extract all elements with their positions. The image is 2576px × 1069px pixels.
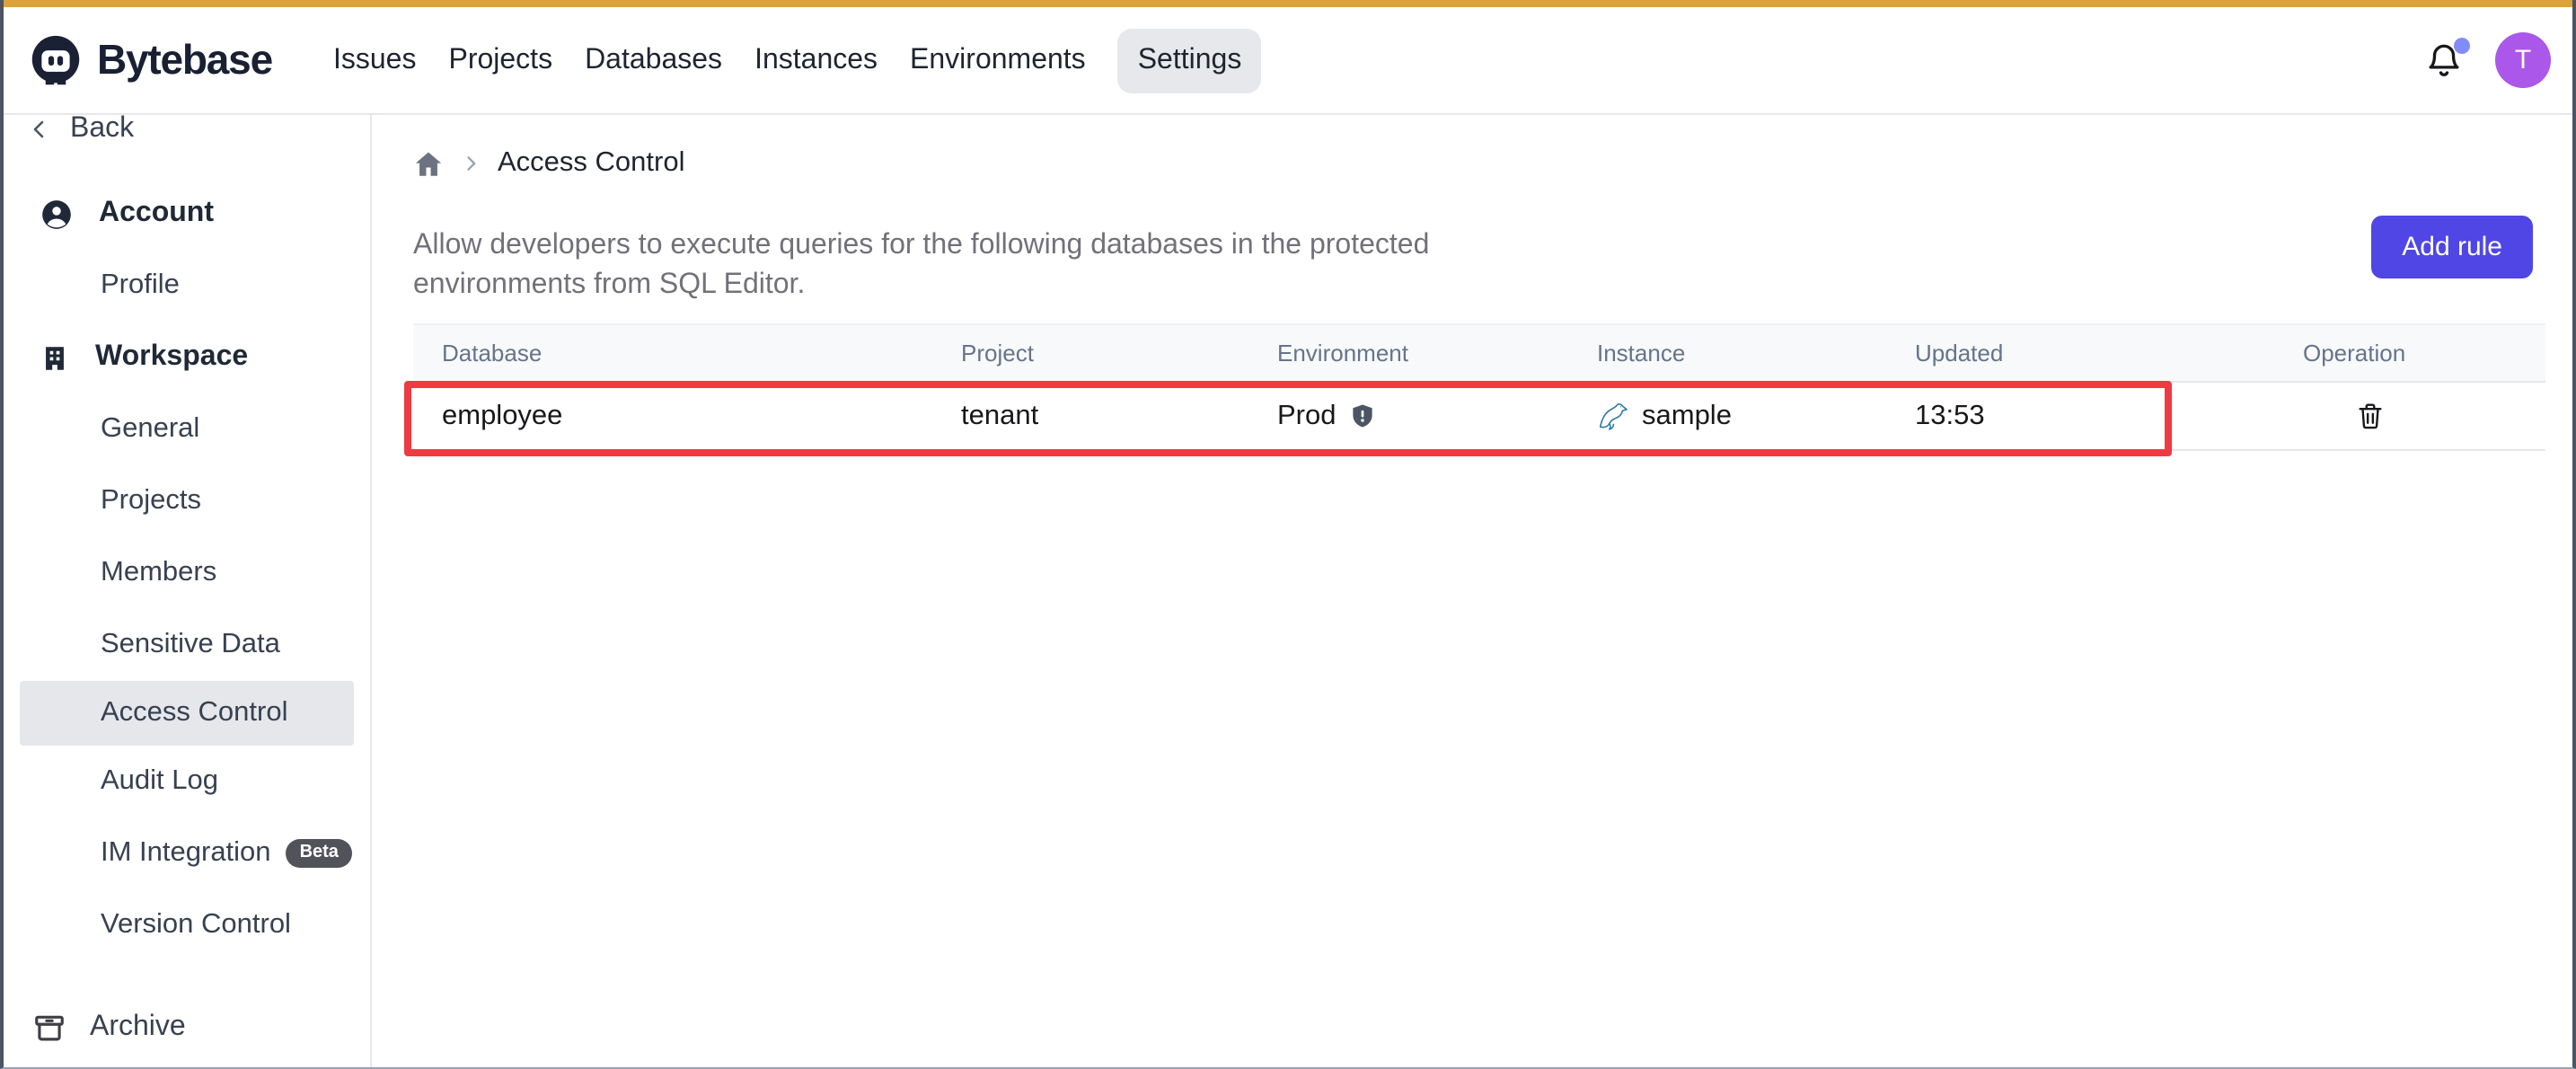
sidebar-item-sensitive-data[interactable]: Sensitive Data xyxy=(4,609,370,681)
main-content: Access Control Allow developers to execu… xyxy=(372,115,2572,1067)
nav-projects[interactable]: Projects xyxy=(448,28,552,93)
back-label: Back xyxy=(70,115,134,146)
archive-box-icon xyxy=(32,1011,66,1045)
item-label: Projects xyxy=(101,485,201,517)
table-row[interactable]: employee tenant Prod xyxy=(413,382,2545,450)
item-label: Profile xyxy=(101,269,180,302)
cell-operation xyxy=(2274,382,2545,450)
nav-instances[interactable]: Instances xyxy=(754,28,878,93)
brand-name: Bytebase xyxy=(97,36,272,84)
item-label: Audit Log xyxy=(101,765,218,798)
bytebase-mascot-icon xyxy=(29,33,83,87)
group-label: Account xyxy=(99,198,214,230)
home-icon[interactable] xyxy=(413,148,444,179)
sidebar-item-projects[interactable]: Projects xyxy=(4,465,370,537)
breadcrumb-current: Access Control xyxy=(498,147,684,180)
settings-sidebar: Back Account Profile xyxy=(4,115,372,1067)
environment-label: Prod xyxy=(1277,400,1337,432)
sidebar-item-members[interactable]: Members xyxy=(4,537,370,609)
cell-instance: sample xyxy=(1568,382,1886,450)
delete-rule-button[interactable] xyxy=(2355,401,2386,431)
sidebar-item-version-control[interactable]: Version Control xyxy=(4,889,370,961)
sidebar-item-archive[interactable]: Archive xyxy=(4,995,370,1060)
app-header: Bytebase Issues Projects Databases Insta… xyxy=(4,7,2572,115)
notification-dot xyxy=(2454,37,2470,53)
instance-label: sample xyxy=(1642,400,1732,432)
bytebase-window: Bytebase Issues Projects Databases Insta… xyxy=(0,0,2576,1069)
sidebar-item-access-control[interactable]: Access Control xyxy=(20,681,354,746)
sidebar-item-general[interactable]: General xyxy=(4,393,370,465)
group-label: Workspace xyxy=(95,341,248,374)
sidebar-item-im-integration[interactable]: IM Integration Beta xyxy=(4,817,370,889)
avatar[interactable]: T xyxy=(2495,32,2551,88)
add-rule-button[interactable]: Add rule xyxy=(2371,216,2533,278)
mysql-dolphin-icon xyxy=(1597,400,1629,432)
col-operation: Operation xyxy=(2274,324,2545,382)
main-nav: Issues Projects Databases Instances Envi… xyxy=(333,28,1261,93)
sidebar-item-audit-log[interactable]: Audit Log xyxy=(4,746,370,817)
nav-environments[interactable]: Environments xyxy=(910,28,1086,93)
col-instance: Instance xyxy=(1568,324,1886,382)
item-label: General xyxy=(101,413,199,446)
col-updated: Updated xyxy=(1886,324,2274,382)
sidebar-group-workspace: Workspace xyxy=(4,322,370,393)
col-environment: Environment xyxy=(1248,324,1568,382)
cell-updated: 13:53 xyxy=(1886,382,2274,450)
user-circle-icon xyxy=(40,197,74,231)
table-header-row: Database Project Environment Instance Up… xyxy=(413,324,2545,382)
sidebar-back-button[interactable]: Back xyxy=(4,115,370,153)
col-project: Project xyxy=(932,324,1248,382)
cell-environment: Prod xyxy=(1248,382,1568,450)
item-label: Access Control xyxy=(101,697,287,729)
header-right: T xyxy=(2425,32,2551,88)
item-label: Sensitive Data xyxy=(101,629,280,661)
nav-issues[interactable]: Issues xyxy=(333,28,417,93)
archive-label: Archive xyxy=(90,1012,186,1044)
item-label: Version Control xyxy=(101,909,291,941)
chevron-right-icon xyxy=(462,155,480,172)
nav-settings[interactable]: Settings xyxy=(1118,28,1262,93)
notification-bell-icon[interactable] xyxy=(2425,39,2465,82)
col-database: Database xyxy=(413,324,932,382)
item-label: Members xyxy=(101,557,216,589)
access-rules-table: Database Project Environment Instance Up… xyxy=(413,323,2545,451)
beta-badge: Beta xyxy=(286,839,353,868)
page-description: Allow developers to execute queries for … xyxy=(413,226,1466,305)
sidebar-item-profile[interactable]: Profile xyxy=(4,250,370,322)
sidebar-group-account: Account xyxy=(4,178,370,250)
cell-project: tenant xyxy=(932,382,1248,450)
window-top-accent-bar xyxy=(4,0,2572,7)
chevron-left-icon xyxy=(29,119,50,140)
cell-database: employee xyxy=(413,382,932,450)
breadcrumb: Access Control xyxy=(413,147,2572,180)
bytebase-logo[interactable]: Bytebase xyxy=(29,33,272,87)
building-icon xyxy=(40,342,70,373)
item-label: IM Integration xyxy=(101,837,271,870)
nav-databases[interactable]: Databases xyxy=(585,28,722,93)
shield-protected-icon xyxy=(1349,402,1376,429)
